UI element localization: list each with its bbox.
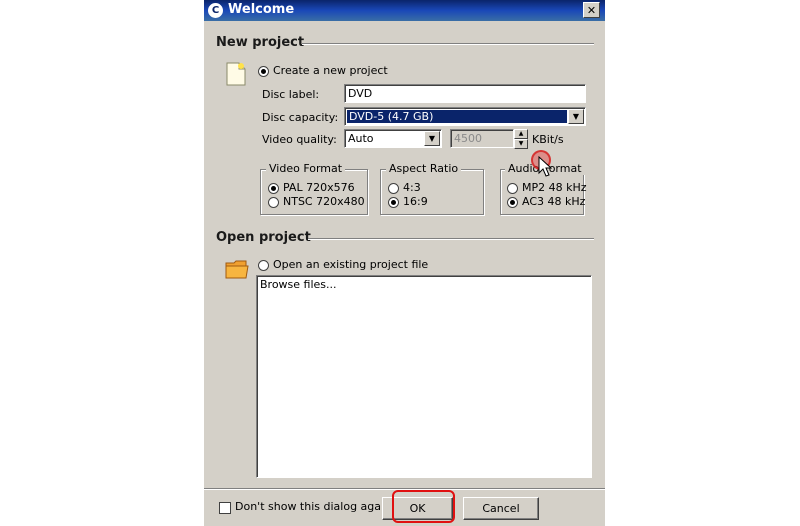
disc-capacity-value: DVD-5 (4.7 GB) [347, 110, 567, 123]
open-project-separator [308, 238, 594, 240]
title-bar[interactable]: C Welcome ✕ [204, 0, 605, 21]
aspect-16-9-label: 16:9 [403, 195, 428, 208]
video-quality-dropdown-arrow[interactable]: ▼ [424, 131, 440, 146]
cancel-button[interactable]: Cancel [463, 497, 539, 520]
mp2-label: MP2 48 kHz [522, 181, 587, 194]
new-document-icon [226, 62, 246, 86]
close-button[interactable]: ✕ [583, 2, 600, 18]
mp2-radio[interactable] [507, 183, 518, 194]
create-new-project-label: Create a new project [273, 64, 388, 77]
video-quality-label: Video quality: [262, 133, 337, 146]
aspect-ratio-title: Aspect Ratio [386, 162, 462, 175]
window-title: Welcome [228, 2, 295, 17]
open-existing-project-radio[interactable] [258, 260, 269, 271]
browse-files-item[interactable]: Browse files... [260, 278, 337, 291]
mouse-cursor-icon [538, 156, 552, 177]
create-new-project-radio[interactable] [258, 66, 269, 77]
browse-files-list[interactable]: Browse files... [256, 275, 592, 478]
dont-show-label: Don't show this dialog again [235, 500, 392, 513]
aspect-4-3-radio[interactable] [388, 183, 399, 194]
ntsc-label: NTSC 720x480 [283, 195, 365, 208]
video-quality-value: Auto [348, 132, 374, 145]
ntsc-radio[interactable] [268, 197, 279, 208]
open-project-heading: Open project [216, 230, 311, 245]
bitrate-unit: KBit/s [532, 133, 564, 146]
disc-capacity-select[interactable]: DVD-5 (4.7 GB) ▼ [344, 107, 586, 126]
ac3-radio[interactable] [507, 197, 518, 208]
welcome-dialog: C Welcome ✕ New project Create a new pro… [204, 0, 605, 526]
aspect-16-9-radio[interactable] [388, 197, 399, 208]
open-existing-project-label: Open an existing project file [273, 258, 429, 271]
new-project-separator [302, 43, 594, 45]
disc-capacity-dropdown-arrow[interactable]: ▼ [568, 109, 584, 124]
aspect-4-3-label: 4:3 [403, 181, 421, 194]
bitrate-down-arrow[interactable]: ▼ [514, 139, 528, 149]
folder-icon [225, 260, 249, 279]
bitrate-up-arrow[interactable]: ▲ [514, 129, 528, 139]
disc-label-label: Disc label: [262, 88, 320, 101]
ok-highlight-ring [392, 490, 455, 523]
pal-radio[interactable] [268, 183, 279, 194]
bitrate-input[interactable]: 4500 [450, 129, 514, 148]
video-quality-select[interactable]: Auto ▼ [344, 129, 442, 148]
new-project-heading: New project [216, 35, 305, 50]
pal-label: PAL 720x576 [283, 181, 355, 194]
ac3-label: AC3 48 kHz [522, 195, 586, 208]
disc-label-input[interactable]: DVD [344, 84, 586, 103]
dont-show-checkbox[interactable] [219, 502, 231, 514]
video-format-title: Video Format [266, 162, 346, 175]
app-icon: C [208, 3, 223, 18]
disc-capacity-label: Disc capacity: [262, 111, 339, 124]
